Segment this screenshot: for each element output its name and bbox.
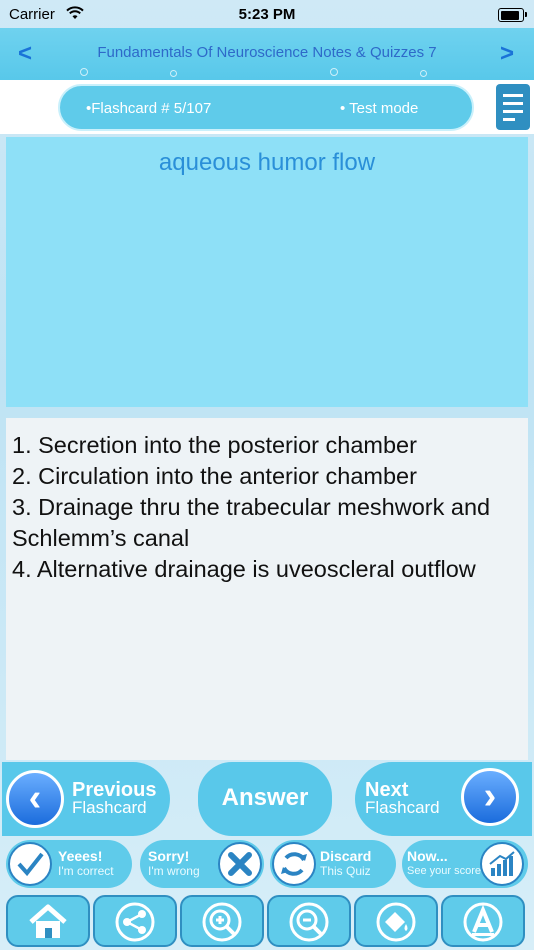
next-sublabel: Flashcard <box>365 798 440 817</box>
bar-chart-icon <box>480 842 524 886</box>
home-icon <box>29 904 67 938</box>
wrong-button[interactable]: Sorry! I'm wrong <box>140 840 264 888</box>
answer-button[interactable]: Answer <box>198 762 332 836</box>
see-score-button[interactable]: Now... See your score <box>402 840 528 888</box>
zoom-out-icon <box>289 902 329 942</box>
bubble-decoration <box>170 70 177 77</box>
status-bar: Carrier 5:23 PM <box>0 0 534 28</box>
share-icon <box>115 902 155 942</box>
bottom-toolbar <box>0 893 534 950</box>
wrong-subtitle: I'm wrong <box>148 864 200 878</box>
navigation-row: ‹ Previous Flashcard Answer Next Flashca… <box>0 762 534 836</box>
question-panel: aqueous humor flow <box>6 137 528 407</box>
zoom-in-button[interactable] <box>180 895 264 947</box>
score-title: Now... <box>407 848 448 864</box>
answer-panel: 1. Secretion into the posterior chamber … <box>6 418 528 760</box>
font-size-button[interactable] <box>441 895 525 947</box>
zoom-in-icon <box>202 902 242 942</box>
zoom-out-button[interactable] <box>267 895 351 947</box>
correct-button[interactable]: Yeees! I'm correct <box>6 840 132 888</box>
chevron-right-icon: › <box>461 768 519 826</box>
next-flashcard-button[interactable]: Next Flashcard › <box>355 762 532 836</box>
previous-sublabel: Flashcard <box>72 798 147 817</box>
title-bar: < Fundamentals Of Neuroscience Notes & Q… <box>0 28 534 80</box>
share-button[interactable] <box>93 895 177 947</box>
answer-line: 1. Secretion into the posterior chamber <box>12 432 417 458</box>
previous-flashcard-button[interactable]: ‹ Previous Flashcard <box>2 762 170 836</box>
next-label: Next <box>365 779 409 801</box>
answer-label: Answer <box>221 784 309 811</box>
discard-quiz-button[interactable]: Discard This Quiz <box>270 840 396 888</box>
answer-line: 2. Circulation into the anterior chamber <box>12 463 417 489</box>
bubble-decoration <box>330 68 338 76</box>
answer-line: Schlemm’s canal <box>12 525 190 551</box>
discard-title: Discard <box>320 848 372 864</box>
clock: 5:23 PM <box>238 6 296 23</box>
home-button[interactable] <box>6 895 90 947</box>
wrong-title: Sorry! <box>148 848 190 864</box>
mode-pill: •Flashcard # 5/107 • Test mode <box>58 84 474 131</box>
answer-line: 4. Alternative drainage is uveoscleral o… <box>12 556 476 582</box>
correct-subtitle: I'm correct <box>58 864 114 878</box>
close-icon <box>218 842 262 886</box>
font-icon <box>463 902 503 942</box>
paint-bucket-icon <box>376 902 416 942</box>
next-set-button[interactable]: > <box>500 40 514 68</box>
test-mode-toggle[interactable]: • Test mode <box>340 100 418 117</box>
previous-set-button[interactable]: < <box>18 40 32 68</box>
discard-subtitle: This Quiz <box>320 864 371 878</box>
question-text: aqueous humor flow <box>158 149 376 176</box>
correct-title: Yeees! <box>58 848 103 864</box>
background-color-button[interactable] <box>354 895 438 947</box>
app-title: Fundamentals Of Neuroscience Notes & Qui… <box>97 44 437 61</box>
bubble-decoration <box>80 68 88 76</box>
chevron-left-icon: ‹ <box>6 770 64 828</box>
score-subtitle: See your score <box>407 865 481 877</box>
check-icon <box>8 842 52 886</box>
answer-line: 3. Drainage thru the trabecular meshwork… <box>12 494 491 520</box>
recycle-icon <box>272 842 316 886</box>
mode-bar: •Flashcard # 5/107 • Test mode <box>0 80 534 134</box>
battery-icon <box>498 8 527 22</box>
previous-label: Previous <box>72 779 157 801</box>
flashcard-counter: •Flashcard # 5/107 <box>86 100 212 117</box>
action-row: Yeees! I'm correct Sorry! I'm wrong Disc… <box>0 840 534 890</box>
bubble-decoration <box>420 70 427 77</box>
list-icon[interactable] <box>496 84 530 130</box>
